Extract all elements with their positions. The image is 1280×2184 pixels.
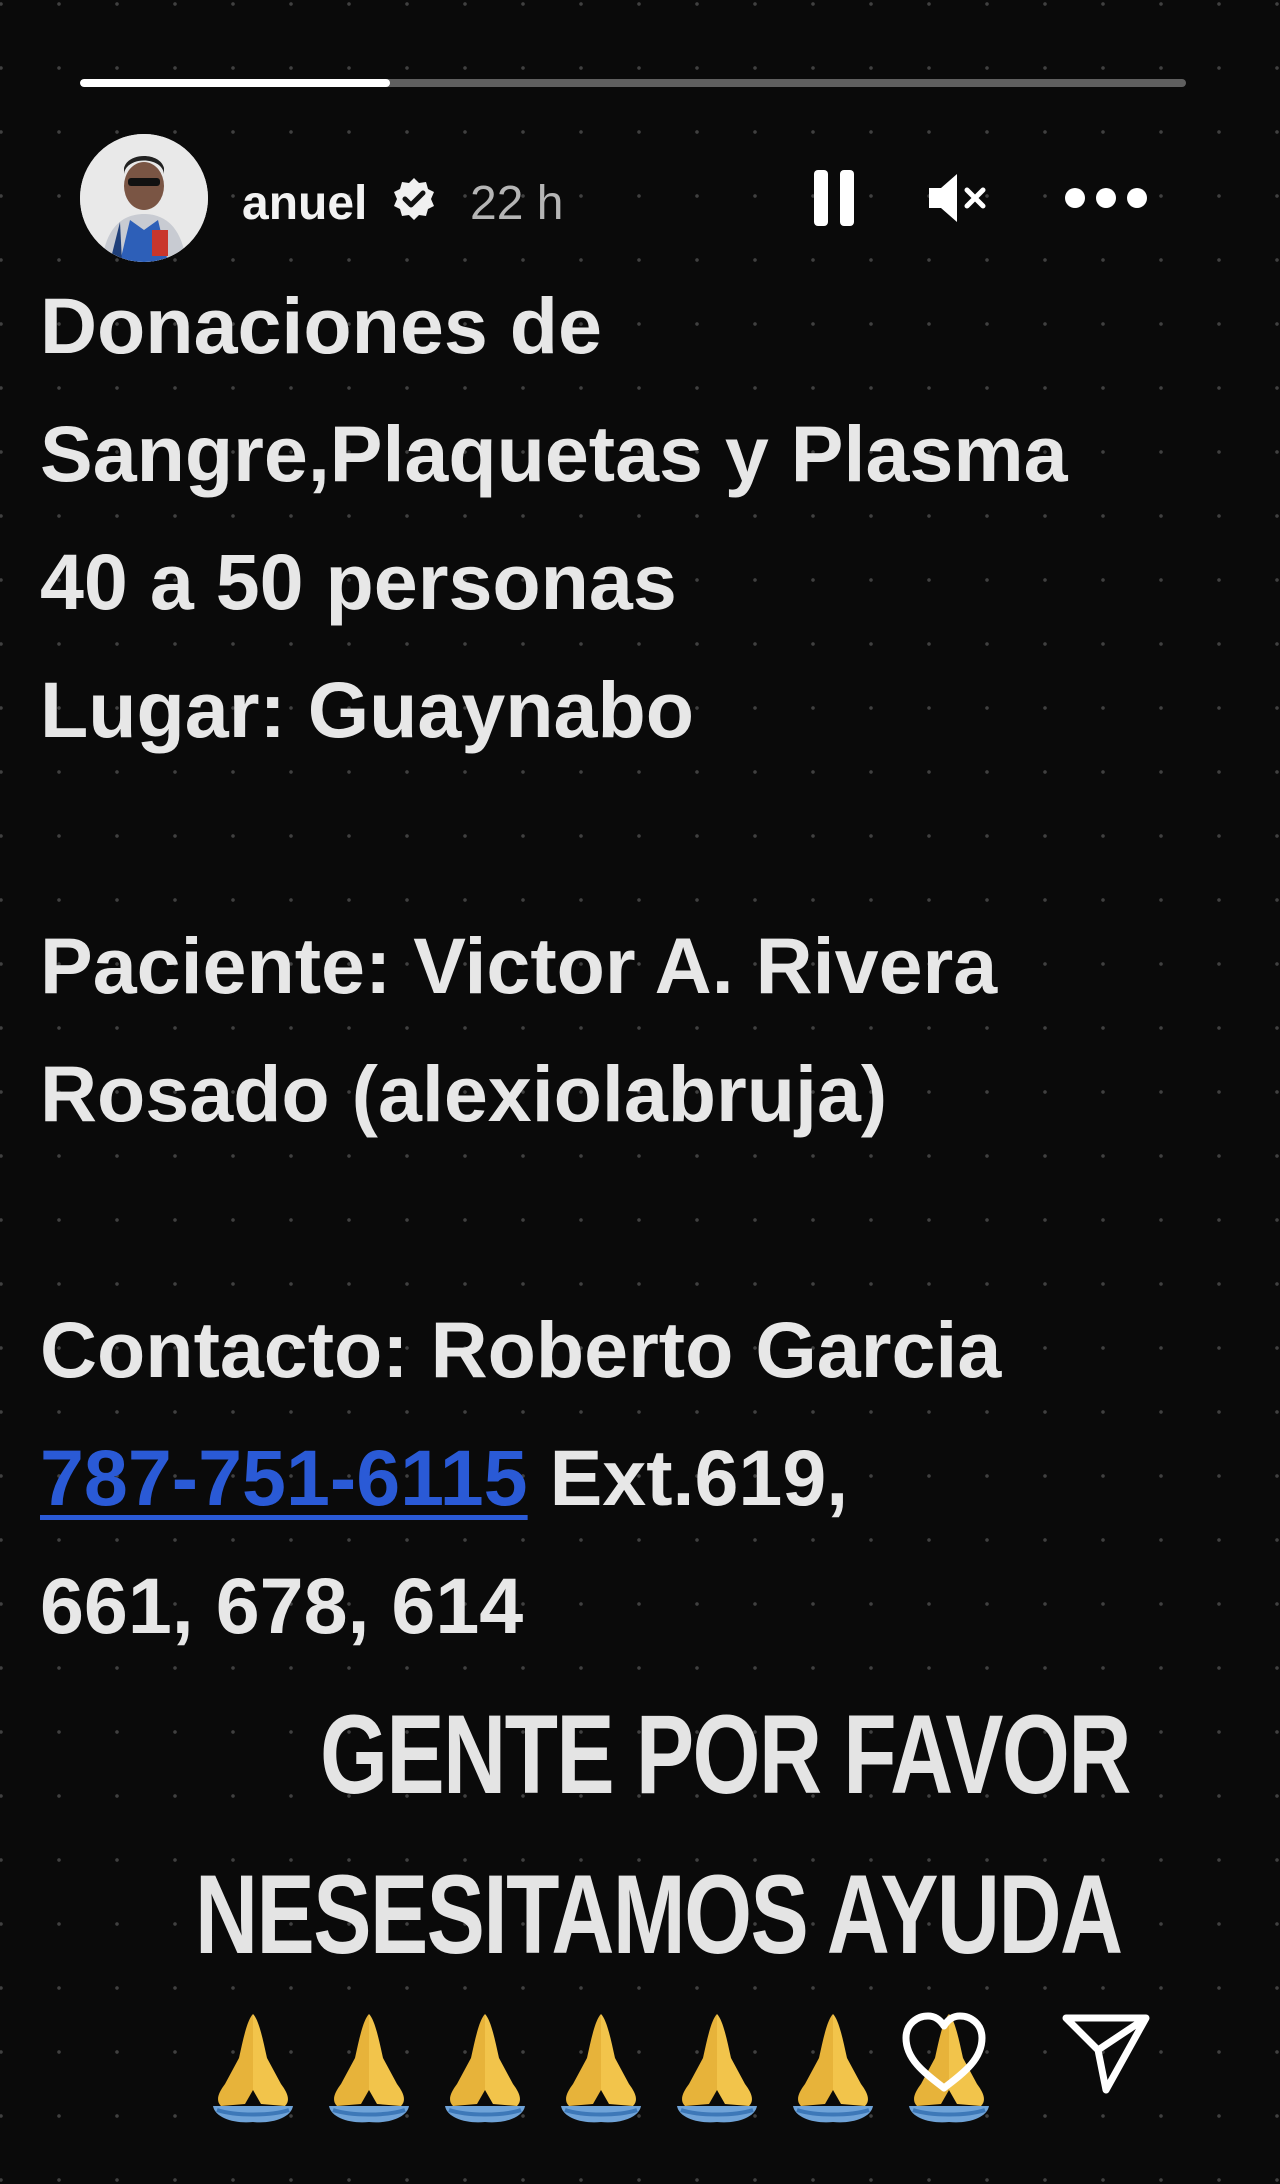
post-time: 22 h bbox=[470, 177, 564, 230]
like-button[interactable] bbox=[896, 2004, 992, 2100]
caption-line: GENTE POR FAVOR bbox=[320, 1692, 1131, 1817]
text-line: Paciente: Victor A. Rivera bbox=[40, 921, 998, 1010]
username[interactable]: anuel bbox=[242, 176, 367, 231]
praying-hands-emoji bbox=[793, 2014, 873, 2123]
text-line: Contacto: Roberto Garcia bbox=[40, 1305, 1002, 1394]
share-button[interactable] bbox=[1058, 2004, 1154, 2100]
praying-hands-emoji bbox=[445, 2014, 525, 2123]
praying-hands-row bbox=[195, 2000, 1007, 2130]
more-icon bbox=[1065, 188, 1147, 208]
praying-hands-emoji bbox=[677, 2014, 757, 2123]
caption-line: NESESITAMOS AYUDA bbox=[195, 1852, 1123, 1977]
text-line: Rosado (alexiolabruja) bbox=[40, 1049, 888, 1138]
text-line: Sangre,Plaquetas y Plasma bbox=[40, 409, 1068, 498]
story-viewer[interactable]: anuel 22 h Donaciones de Sangre,Plaqueta… bbox=[0, 0, 1280, 2184]
pause-icon bbox=[814, 170, 854, 226]
text-line: 40 a 50 personas bbox=[40, 537, 677, 626]
phone-link[interactable]: 787-751-6115 bbox=[40, 1433, 528, 1522]
avatar[interactable] bbox=[80, 134, 208, 262]
mute-button[interactable] bbox=[925, 166, 989, 230]
story-progress-fill bbox=[80, 79, 390, 87]
praying-hands-emoji bbox=[561, 2014, 641, 2123]
text-line: Donaciones de bbox=[40, 281, 602, 370]
more-options-button[interactable] bbox=[1056, 166, 1156, 230]
mute-icon bbox=[929, 174, 986, 222]
text-line: 661, 678, 614 bbox=[40, 1561, 524, 1650]
text-line: Lugar: Guaynabo bbox=[40, 665, 694, 754]
verified-badge-icon bbox=[394, 178, 434, 220]
story-progress-bar bbox=[80, 79, 1186, 87]
praying-hands-emoji bbox=[329, 2014, 409, 2123]
heart-icon bbox=[902, 2012, 986, 2092]
text-line: 787-751-6115 Ext.619, bbox=[40, 1414, 1240, 1542]
pause-button[interactable] bbox=[802, 166, 866, 230]
praying-hands-emoji bbox=[213, 2014, 293, 2123]
extension-text: Ext.619, bbox=[527, 1433, 849, 1522]
story-text: Donaciones de Sangre,Plaquetas y Plasma … bbox=[40, 262, 1240, 1670]
story-header: anuel 22 h bbox=[80, 134, 1190, 266]
send-icon bbox=[1062, 2014, 1150, 2094]
